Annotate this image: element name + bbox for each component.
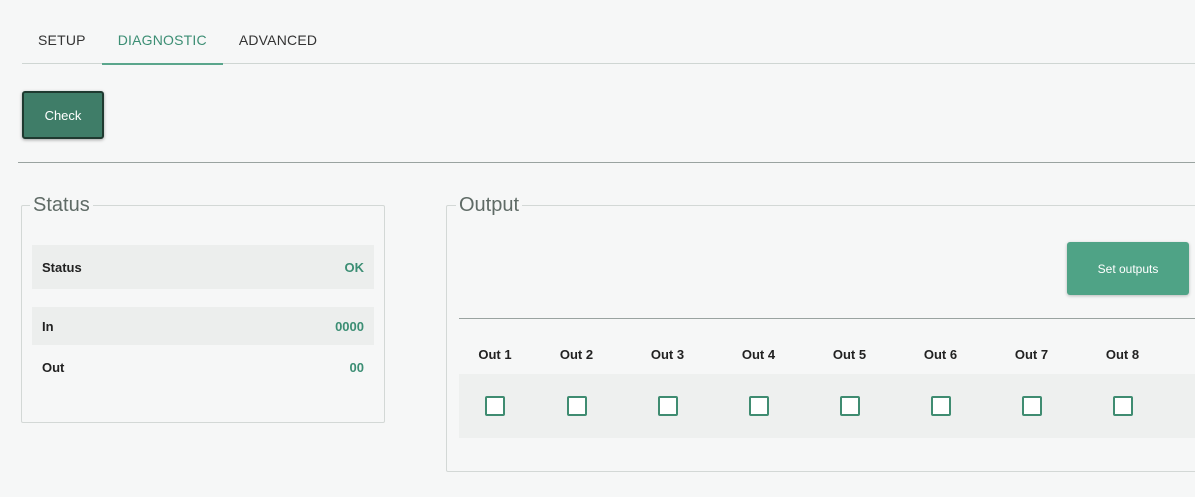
output-divider [459, 318, 1195, 319]
out-8-checkbox[interactable] [1112, 396, 1133, 416]
out-6-checkbox[interactable] [930, 396, 951, 416]
output-header: Out 7 [1014, 346, 1049, 362]
output-header: Out 3 [650, 346, 685, 362]
output-header: Out 1 [478, 346, 512, 362]
output-cell [531, 374, 622, 438]
output-cell [804, 374, 895, 438]
output-panel-title: Output [456, 193, 523, 217]
status-panel-title: Status [30, 193, 93, 217]
output-panel: Output Set outputs Out 1 Out 2 Out 3 Out… [446, 193, 1195, 472]
output-cell [622, 374, 713, 438]
output-cell [459, 374, 531, 438]
in-label: In [42, 318, 54, 334]
output-header: Out 4 [741, 346, 776, 362]
output-cell [895, 374, 986, 438]
out-row: Out 00 [32, 348, 374, 386]
output-cell [1077, 374, 1168, 438]
output-checkbox-row [459, 374, 1195, 438]
out-7-checkbox[interactable] [1021, 396, 1042, 416]
tab-setup[interactable]: SETUP [22, 22, 102, 64]
output-header: Out 6 [923, 346, 958, 362]
tab-bar: SETUP DIAGNOSTIC ADVANCED [22, 22, 1195, 65]
output-header: Out 8 [1105, 346, 1140, 362]
tab-diagnostic[interactable]: DIAGNOSTIC [101, 22, 223, 65]
out-1-checkbox[interactable] [485, 396, 505, 416]
out-4-checkbox[interactable] [748, 396, 769, 416]
tab-advanced[interactable]: ADVANCED [223, 22, 333, 64]
out-2-checkbox[interactable] [566, 396, 587, 416]
output-header-row: Out 1 Out 2 Out 3 Out 4 Out 5 Out 6 Out … [459, 334, 1195, 374]
check-button[interactable]: Check [22, 91, 104, 139]
in-row: In 0000 [32, 307, 374, 345]
status-value: OK [344, 259, 365, 275]
in-value: 0000 [335, 318, 364, 334]
out-5-checkbox[interactable] [839, 396, 860, 416]
status-panel: Status Status OK In 0000 Out 00 [21, 193, 385, 423]
section-divider [18, 162, 1195, 163]
output-table: Out 1 Out 2 Out 3 Out 4 Out 5 Out 6 Out … [459, 334, 1195, 438]
out-3-checkbox[interactable] [657, 396, 678, 416]
output-header: Out 5 [832, 346, 867, 362]
out-value: 00 [349, 359, 364, 375]
output-header: Out 2 [559, 346, 594, 362]
status-label: Status [42, 259, 82, 275]
out-label: Out [42, 359, 65, 375]
status-row: Status OK [32, 245, 374, 289]
set-outputs-button[interactable]: Set outputs [1067, 242, 1189, 295]
output-cell [713, 374, 804, 438]
output-cell [986, 374, 1077, 438]
